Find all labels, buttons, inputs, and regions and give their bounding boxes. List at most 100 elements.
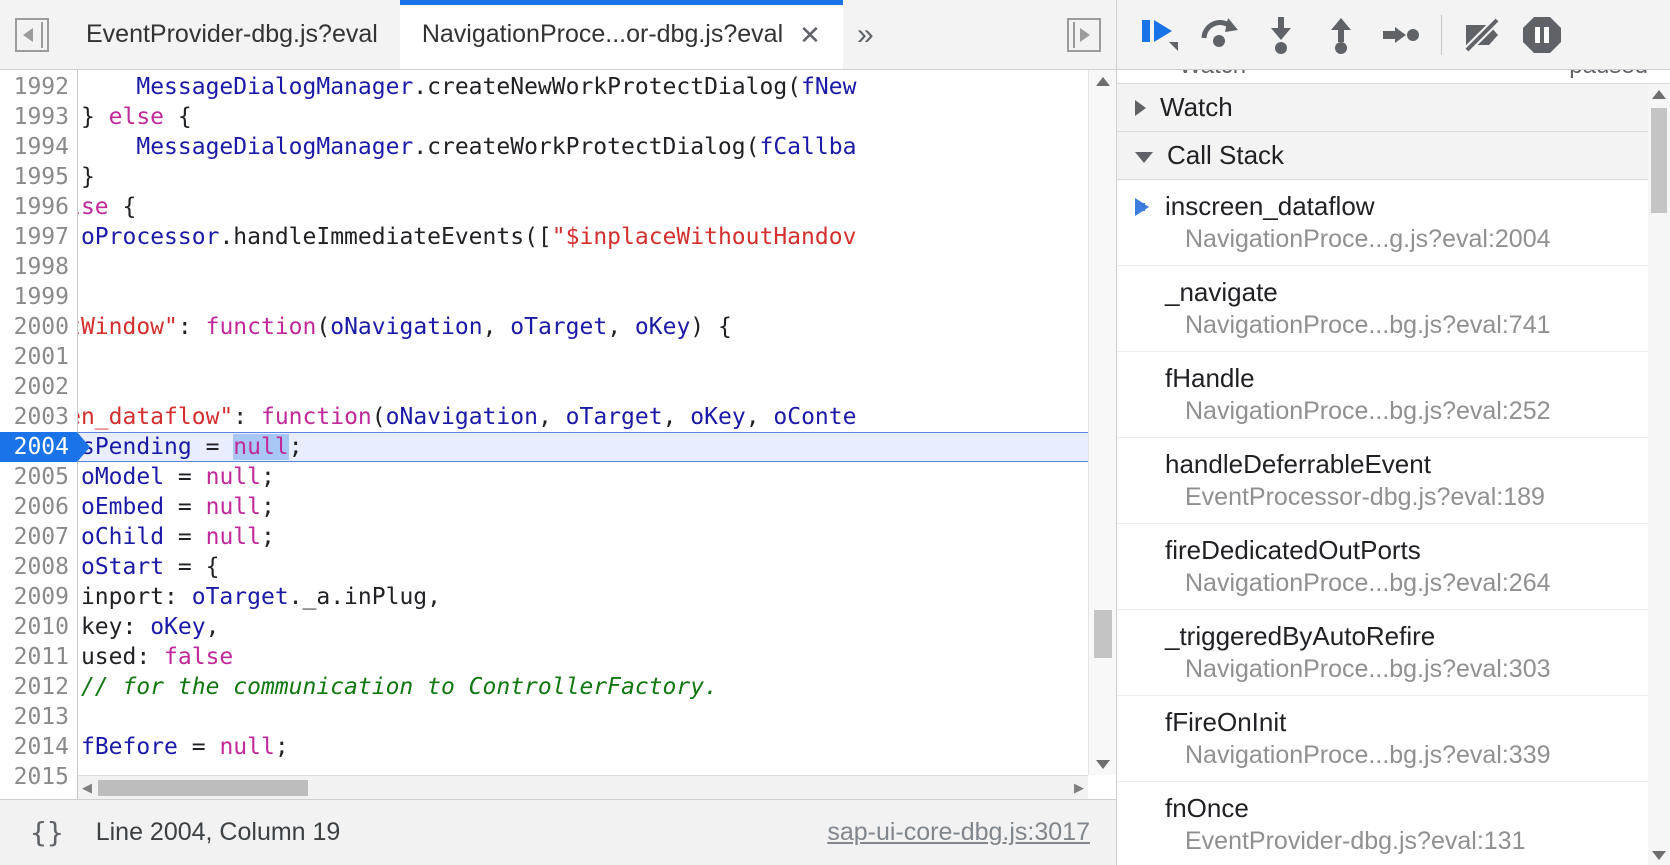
code-line[interactable]: MessageDialogManager.createNewWorkProtec… bbox=[78, 72, 1116, 102]
line-number[interactable]: 2008 bbox=[0, 552, 77, 582]
call-stack-row[interactable]: handleDeferrableEvent EventProcessor-dbg.… bbox=[1117, 438, 1670, 524]
call-stack-row[interactable]: fireDedicatedOutPorts NavigationProce...b… bbox=[1117, 524, 1670, 610]
code-line[interactable]: "inscreen_dataflow": function(oNavigatio… bbox=[78, 402, 1116, 432]
line-number[interactable]: 2003 bbox=[0, 402, 77, 432]
call-stack-location[interactable]: NavigationProce...g.js?eval:2004 bbox=[1117, 223, 1670, 256]
code-line[interactable] bbox=[78, 342, 1116, 372]
more-tabs-icon[interactable]: » bbox=[843, 0, 888, 69]
call-stack-location[interactable]: EventProcessor-dbg.js?eval:189 bbox=[1117, 481, 1670, 514]
code-line[interactable]: // for the communication to ControllerFa… bbox=[78, 672, 1116, 702]
code-token: sPending bbox=[80, 434, 192, 460]
step-button[interactable] bbox=[1371, 5, 1431, 65]
line-number[interactable]: 2014 bbox=[0, 732, 77, 762]
call-stack-location[interactable]: NavigationProce...bg.js?eval:339 bbox=[1117, 739, 1670, 772]
code-content[interactable]: MessageDialogManager.createNewWorkProtec… bbox=[78, 70, 1116, 799]
tab-navigationprocessor-dbg[interactable]: NavigationProce...or-dbg.js?eval ✕ bbox=[399, 0, 844, 69]
scroll-down-icon[interactable] bbox=[1089, 753, 1116, 775]
step-into-button[interactable] bbox=[1251, 5, 1311, 65]
line-number[interactable]: 1992 bbox=[0, 72, 77, 102]
editor-horizontal-scrollbar[interactable]: ◀ ▶ bbox=[78, 775, 1088, 799]
line-number-gutter[interactable]: 1992 1993 1994 1995 1996 1997 1998 1999 2000 2001… bbox=[0, 70, 90, 799]
scroll-up-icon[interactable] bbox=[1089, 70, 1116, 92]
code-token: oProcessor bbox=[80, 224, 220, 250]
deactivate-breakpoints-button[interactable] bbox=[1452, 5, 1512, 65]
code-line[interactable]: } else { bbox=[78, 102, 1116, 132]
call-stack-row[interactable]: _triggeredByAutoRefire NavigationProce...… bbox=[1117, 610, 1670, 696]
code-line-current[interactable]: var sPending = null; bbox=[78, 432, 1116, 462]
pretty-print-button[interactable]: {} bbox=[18, 816, 76, 849]
call-stack-row[interactable]: fHandle NavigationProce...bg.js?eval:252 bbox=[1117, 352, 1670, 438]
line-number[interactable]: 2013 bbox=[0, 702, 77, 732]
section-watch[interactable]: Watch bbox=[1117, 84, 1670, 132]
code-line[interactable]: } bbox=[78, 252, 1116, 282]
call-stack-row[interactable]: fnOnce EventProvider-dbg.js?eval:131 bbox=[1117, 782, 1670, 865]
show-debugger-sidebar-button[interactable] bbox=[1052, 0, 1116, 69]
call-stack-location[interactable]: NavigationProce...bg.js?eval:741 bbox=[1117, 309, 1670, 342]
line-number[interactable]: 1995 bbox=[0, 162, 77, 192]
code-line[interactable]: var oChild = null; bbox=[78, 522, 1116, 552]
line-number[interactable]: 2015 bbox=[0, 762, 77, 792]
call-stack-location[interactable]: NavigationProce...bg.js?eval:252 bbox=[1117, 395, 1670, 428]
scroll-left-icon[interactable]: ◀ bbox=[78, 780, 96, 796]
tab-eventprovider-dbg[interactable]: EventProvider-dbg.js?eval bbox=[64, 0, 400, 69]
call-stack-location[interactable]: NavigationProce...bg.js?eval:264 bbox=[1117, 567, 1670, 600]
line-number[interactable]: 2005 bbox=[0, 462, 77, 492]
call-stack-row[interactable]: _navigate NavigationProce...bg.js?eval:74… bbox=[1117, 266, 1670, 352]
code-line[interactable]: } else { bbox=[78, 192, 1116, 222]
line-number[interactable]: 1997 bbox=[0, 222, 77, 252]
step-over-button[interactable] bbox=[1191, 5, 1251, 65]
code-line[interactable]: var oModel = null; bbox=[78, 462, 1116, 492]
line-number[interactable]: 2011 bbox=[0, 642, 77, 672]
line-number[interactable]: 1994 bbox=[0, 132, 77, 162]
code-token: = bbox=[164, 464, 206, 490]
close-icon[interactable]: ✕ bbox=[799, 22, 821, 48]
sidebar-scrollbar-thumb[interactable] bbox=[1651, 108, 1667, 213]
call-stack-location[interactable]: EventProvider-dbg.js?eval:131 bbox=[1117, 825, 1670, 858]
code-line[interactable]: }, bbox=[78, 282, 1116, 312]
code-line[interactable]: }, bbox=[78, 372, 1116, 402]
section-call-stack[interactable]: Call Stack bbox=[1117, 132, 1670, 180]
horizontal-scrollbar-thumb[interactable] bbox=[98, 779, 308, 796]
line-number[interactable]: 1996 bbox=[0, 192, 77, 222]
line-number[interactable]: 1999 bbox=[0, 282, 77, 312]
line-number[interactable]: 2000 bbox=[0, 312, 77, 342]
code-line[interactable]: key: oKey, bbox=[78, 612, 1116, 642]
code-line[interactable]: var oStart = { bbox=[78, 552, 1116, 582]
scroll-right-icon[interactable]: ▶ bbox=[1070, 780, 1088, 796]
code-line[interactable]: oProcessor.handleImmediateEvents(["$inpl… bbox=[78, 222, 1116, 252]
code-editor[interactable]: 1992 1993 1994 1995 1996 1997 1998 1999 2000 2001… bbox=[0, 70, 1116, 799]
step-out-button[interactable] bbox=[1311, 5, 1371, 65]
code-line[interactable]: }; bbox=[78, 702, 1116, 732]
call-stack-location[interactable]: NavigationProce...bg.js?eval:303 bbox=[1117, 653, 1670, 686]
debugger-sidebar-scrollbar[interactable] bbox=[1648, 84, 1670, 865]
code-line[interactable]: var oEmbed = null; bbox=[78, 492, 1116, 522]
vertical-scrollbar-thumb[interactable] bbox=[1094, 610, 1112, 658]
line-number[interactable]: 2006 bbox=[0, 492, 77, 522]
line-number[interactable]: 2010 bbox=[0, 612, 77, 642]
code-line[interactable]: used: false bbox=[78, 642, 1116, 672]
scroll-up-icon[interactable] bbox=[1648, 84, 1670, 104]
code-line[interactable]: "newHostWindow": function(oNavigation, o… bbox=[78, 312, 1116, 342]
pause-on-exceptions-button[interactable] bbox=[1512, 5, 1572, 65]
code-line[interactable]: var fBefore = null; bbox=[78, 732, 1116, 762]
line-number[interactable]: 2012 bbox=[0, 672, 77, 702]
code-line[interactable]: } bbox=[78, 162, 1116, 192]
line-number[interactable]: 2007 bbox=[0, 522, 77, 552]
editor-vertical-scrollbar[interactable] bbox=[1088, 70, 1116, 775]
line-number[interactable]: 2002 bbox=[0, 372, 77, 402]
line-number[interactable]: 2001 bbox=[0, 342, 77, 372]
source-origin-link[interactable]: sap-ui-core-dbg.js:3017 bbox=[827, 818, 1098, 847]
line-number[interactable]: 2009 bbox=[0, 582, 77, 612]
line-number[interactable]: 2004 bbox=[0, 432, 90, 462]
code-line[interactable]: MessageDialogManager.createWorkProtectDi… bbox=[78, 132, 1116, 162]
line-number[interactable]: 1993 bbox=[0, 102, 77, 132]
call-stack-row[interactable]: inscreen_dataflow NavigationProce...g.js?… bbox=[1117, 180, 1670, 266]
resume-button[interactable] bbox=[1131, 5, 1191, 65]
code-line[interactable]: inport: oTarget._a.inPlug, bbox=[78, 582, 1116, 612]
call-stack-row[interactable]: fFireOnInit NavigationProce...bg.js?eval:… bbox=[1117, 696, 1670, 782]
code-token: MessageDialogManager bbox=[136, 134, 414, 160]
call-stack-list[interactable]: inscreen_dataflow NavigationProce...g.js?… bbox=[1117, 180, 1670, 865]
show-navigator-button[interactable] bbox=[0, 0, 64, 69]
scroll-down-icon[interactable] bbox=[1648, 845, 1670, 865]
line-number[interactable]: 1998 bbox=[0, 252, 77, 282]
